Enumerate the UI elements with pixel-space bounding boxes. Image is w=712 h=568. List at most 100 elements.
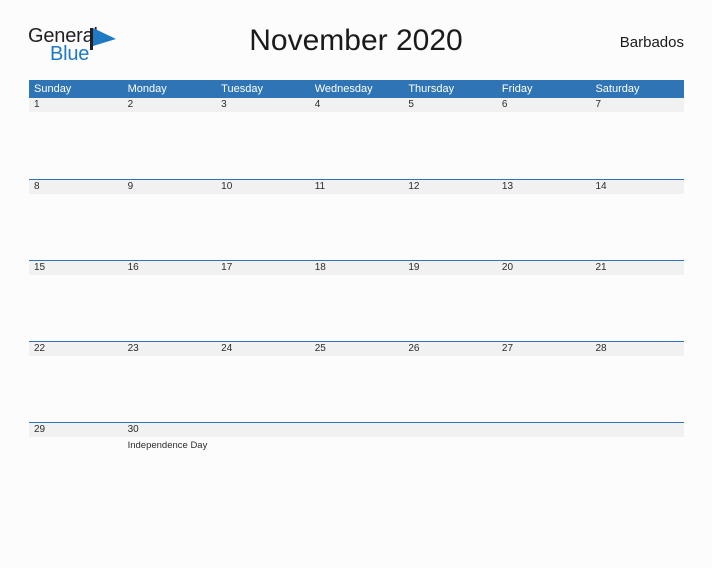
day-number: 22: [34, 343, 46, 354]
calendar-day-cell[interactable]: 8: [29, 180, 123, 260]
calendar-week-cells: 8 9 10 11 12 13 14: [29, 180, 684, 260]
day-number: 2: [127, 99, 134, 110]
calendar-day-cell[interactable]: 3: [216, 98, 310, 179]
day-events: [315, 112, 404, 115]
calendar-day-cell[interactable]: 24: [216, 342, 310, 422]
day-events: [502, 275, 591, 278]
calendar-day-cell[interactable]: 18: [310, 261, 404, 341]
calendar-day-cell[interactable]: 26: [403, 342, 497, 422]
weekday-header-tuesday: Tuesday: [221, 83, 263, 95]
calendar-week-row: 1 2 3 4 5 6 7: [29, 98, 684, 179]
calendar-day-cell[interactable]: 20: [497, 261, 591, 341]
page-title: November 2020: [249, 24, 463, 57]
calendar-day-cell[interactable]: 16: [123, 261, 217, 341]
calendar-day-cell[interactable]: 15: [29, 261, 123, 341]
page-header: General Blue November 2020 Barbados: [28, 18, 684, 74]
weekday-header-saturday: Saturday: [595, 83, 640, 95]
day-number: 27: [501, 343, 514, 354]
day-event-label: Independence Day: [127, 440, 208, 451]
day-events: [128, 194, 217, 197]
day-events: [34, 194, 123, 197]
calendar-day-cell[interactable]: 11: [310, 180, 404, 260]
weekday-header-thursday: Thursday: [408, 83, 455, 95]
calendar-day-cell[interactable]: 7: [590, 98, 684, 179]
day-number: 29: [34, 424, 46, 435]
weekday-header-sunday: Sunday: [34, 83, 72, 95]
day-number: 21: [595, 262, 607, 273]
day-events: [34, 356, 123, 359]
day-number: 24: [221, 343, 233, 354]
calendar-day-cell[interactable]: 6: [497, 98, 591, 179]
day-number: 20: [501, 262, 514, 273]
calendar-day-cell[interactable]: 17: [216, 261, 310, 341]
day-number: 11: [314, 181, 326, 192]
day-events: [502, 437, 591, 440]
day-events: Independence Day: [128, 437, 217, 452]
calendar-day-cell[interactable]: 1: [29, 98, 123, 179]
day-number: 25: [314, 343, 326, 354]
day-events: [408, 437, 497, 440]
day-number: 1: [34, 99, 40, 110]
day-events: [408, 275, 497, 278]
calendar-day-cell[interactable]: 30 Independence Day: [123, 423, 217, 503]
day-number: 30: [127, 424, 139, 435]
day-number: 8: [34, 181, 40, 192]
calendar-day-cell[interactable]: 10: [216, 180, 310, 260]
day-events: [315, 356, 404, 359]
day-number: 3: [221, 99, 227, 110]
day-events: [128, 275, 217, 278]
calendar-day-cell[interactable]: 21: [590, 261, 684, 341]
calendar-day-cell[interactable]: 28: [590, 342, 684, 422]
calendar-day-cell[interactable]: 27: [497, 342, 591, 422]
day-number: 28: [595, 343, 607, 354]
weekday-header-wednesday: Wednesday: [314, 83, 373, 95]
calendar-day-cell[interactable]: 4: [310, 98, 404, 179]
calendar-day-cell[interactable]: 19: [403, 261, 497, 341]
day-events: [408, 356, 497, 359]
weekday-header-monday: Monday: [127, 83, 167, 95]
day-events: [595, 275, 684, 278]
calendar-day-cell[interactable]: 12: [403, 180, 497, 260]
day-events: [34, 112, 123, 115]
day-number: 16: [127, 262, 139, 273]
calendar-week-row: 15 16 17 18 19 20 21: [29, 260, 684, 341]
calendar-day-cell[interactable]: 23: [123, 342, 217, 422]
day-events: [128, 356, 217, 359]
day-number: 7: [595, 99, 602, 110]
calendar-day-cell-empty: [497, 423, 591, 503]
day-number: 19: [408, 262, 420, 273]
day-events: [128, 112, 217, 115]
day-events: [595, 194, 684, 197]
calendar-day-cell[interactable]: 14: [590, 180, 684, 260]
day-events: [221, 356, 310, 359]
day-number: 26: [408, 343, 420, 354]
day-events: [595, 437, 684, 440]
calendar-day-cell[interactable]: 22: [29, 342, 123, 422]
day-events: [408, 194, 497, 197]
calendar-day-cell[interactable]: 13: [497, 180, 591, 260]
day-events: [221, 194, 310, 197]
day-events: [315, 437, 404, 440]
calendar-day-cell[interactable]: 9: [123, 180, 217, 260]
calendar-week-cells: 22 23 24 25 26 27 28: [29, 342, 684, 422]
calendar-week-row: 29 30 Independence Day: [29, 422, 684, 503]
day-number: 14: [595, 181, 607, 192]
calendar-day-cell-empty: [310, 423, 404, 503]
day-number: 4: [314, 99, 321, 110]
calendar-day-cell[interactable]: 25: [310, 342, 404, 422]
calendar-day-cell-empty: [590, 423, 684, 503]
calendar-day-cell[interactable]: 5: [403, 98, 497, 179]
day-number: 18: [314, 262, 326, 273]
weekday-header-row: Sunday Monday Tuesday Wednesday Thursday…: [29, 80, 684, 98]
day-number: 12: [408, 181, 420, 192]
region-label: Barbados: [619, 34, 684, 51]
calendar-grid: Sunday Monday Tuesday Wednesday Thursday…: [29, 80, 684, 503]
calendar-day-cell[interactable]: 29: [29, 423, 123, 503]
day-number: 23: [127, 343, 139, 354]
day-events: [595, 112, 684, 115]
day-events: [221, 437, 310, 440]
day-number: 15: [34, 262, 46, 273]
day-events: [502, 194, 591, 197]
calendar-weeks: 1 2 3 4 5 6 7 8 9 10 11 12 13 14 15 16 17 18 19 20 21 22 23 24 2…: [29, 98, 684, 503]
calendar-day-cell[interactable]: 2: [123, 98, 217, 179]
